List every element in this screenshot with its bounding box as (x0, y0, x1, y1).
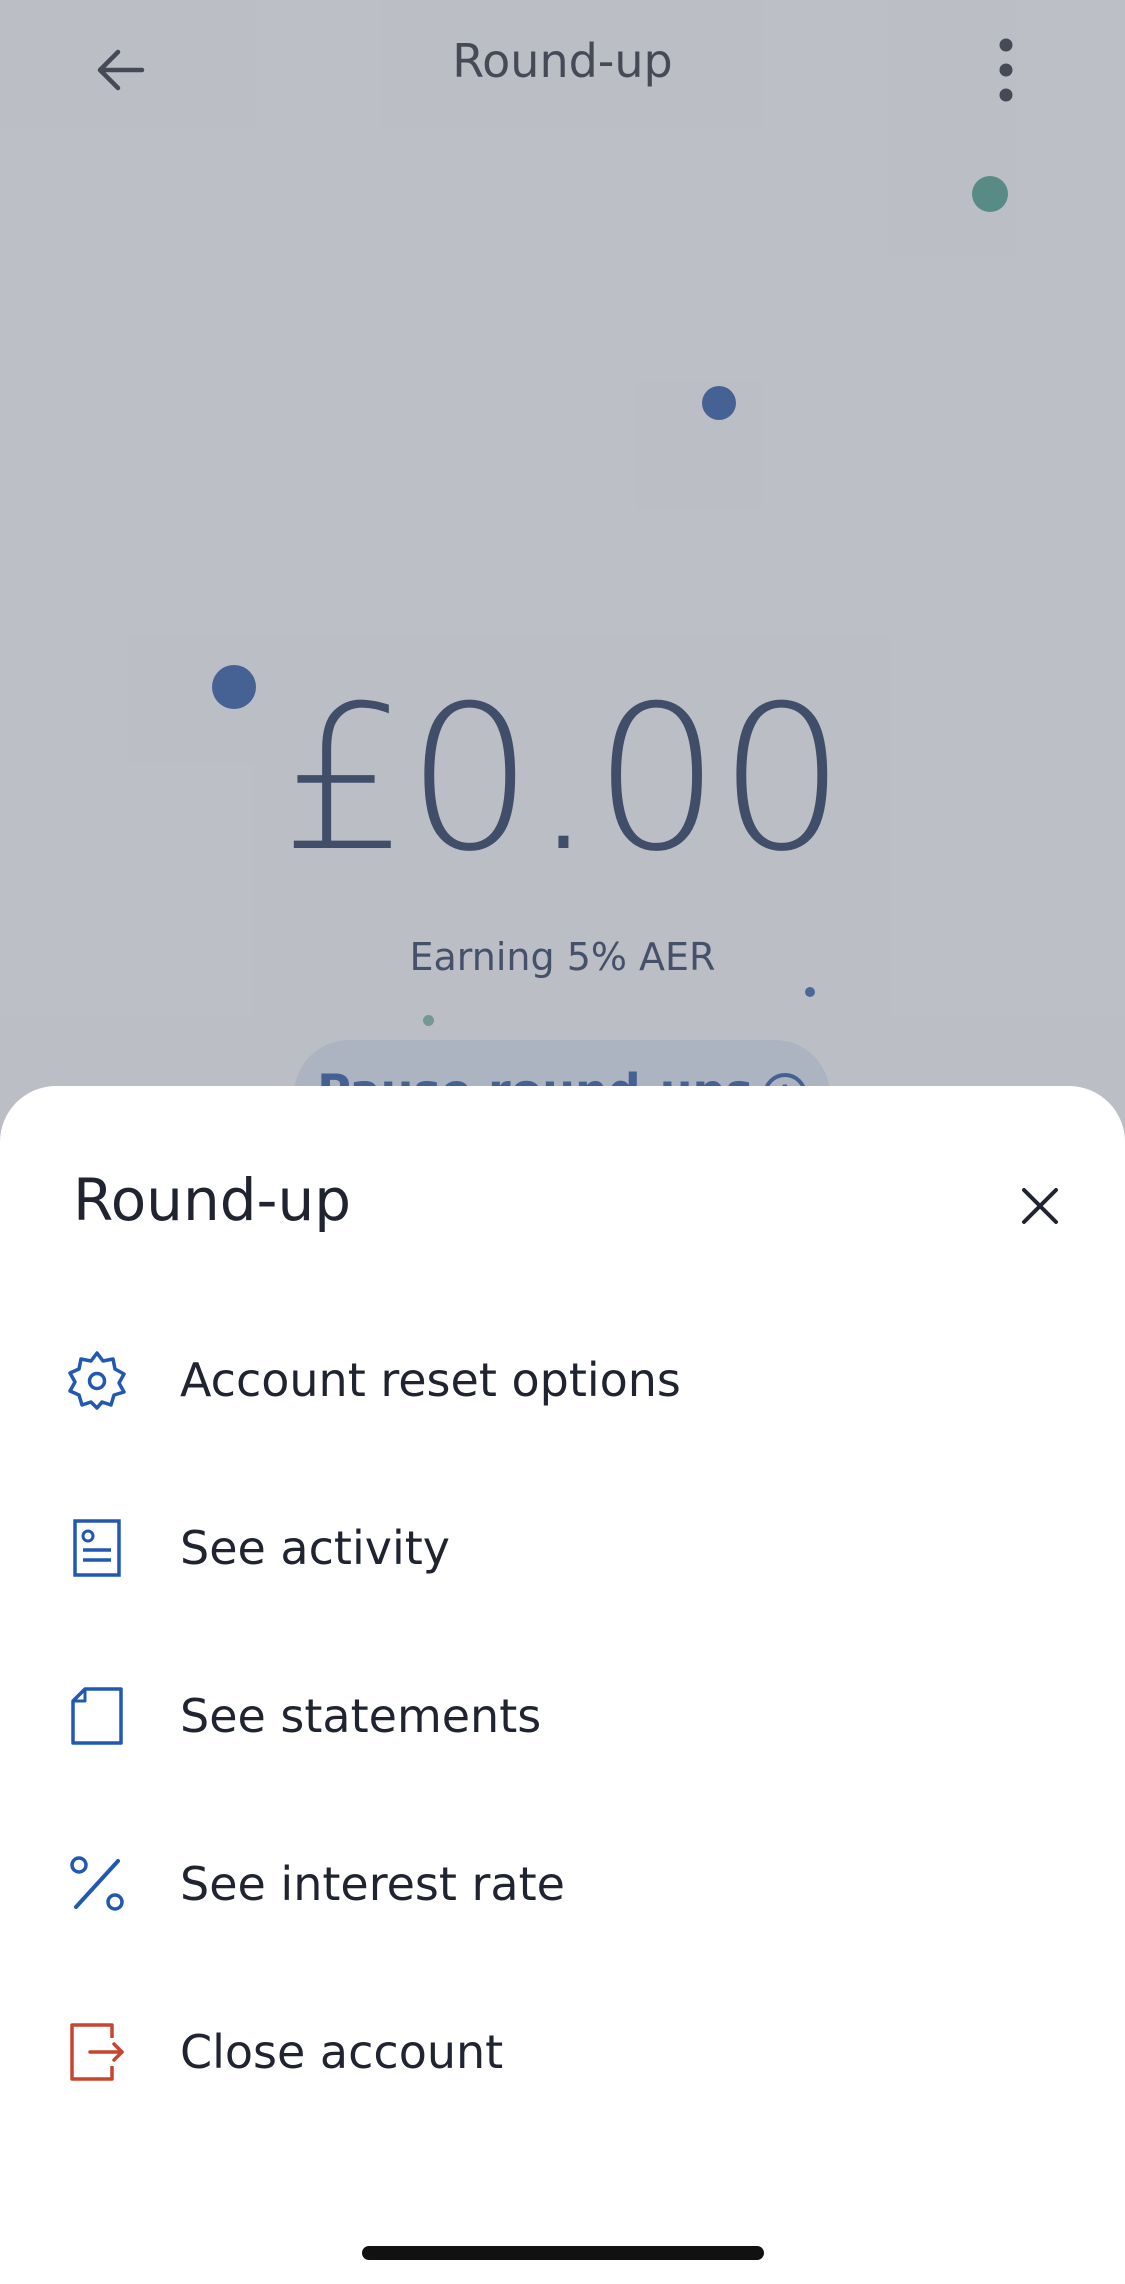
menu-item-label: Close account (180, 2025, 504, 2079)
menu-item-close-account[interactable]: Close account (0, 1968, 1125, 2136)
menu-item-label: See statements (180, 1689, 542, 1743)
menu-item-see-interest-rate[interactable]: See interest rate (0, 1800, 1125, 1968)
menu-item-see-statements[interactable]: See statements (0, 1632, 1125, 1800)
menu-item-account-reset-options[interactable]: Account reset options (0, 1296, 1125, 1464)
screen: Round-up £0.00 Earning 5% AER Pause roun… (0, 0, 1125, 2284)
page-icon (62, 1681, 132, 1751)
close-button[interactable] (1000, 1166, 1080, 1246)
exit-icon (62, 2017, 132, 2087)
menu-item-label: See interest rate (180, 1857, 565, 1911)
bottom-sheet: Round-up Account reset options See activ… (0, 1086, 1125, 2284)
options-menu: Account reset options See activity See s… (0, 1296, 1125, 2136)
menu-item-label: See activity (180, 1521, 450, 1575)
sheet-title: Round-up (73, 1166, 352, 1234)
close-icon (1022, 1188, 1058, 1224)
home-indicator[interactable] (362, 2246, 764, 2260)
percent-icon (62, 1849, 132, 1919)
menu-item-see-activity[interactable]: See activity (0, 1464, 1125, 1632)
document-icon (62, 1513, 132, 1583)
menu-item-label: Account reset options (180, 1353, 681, 1407)
gear-icon (62, 1345, 132, 1415)
